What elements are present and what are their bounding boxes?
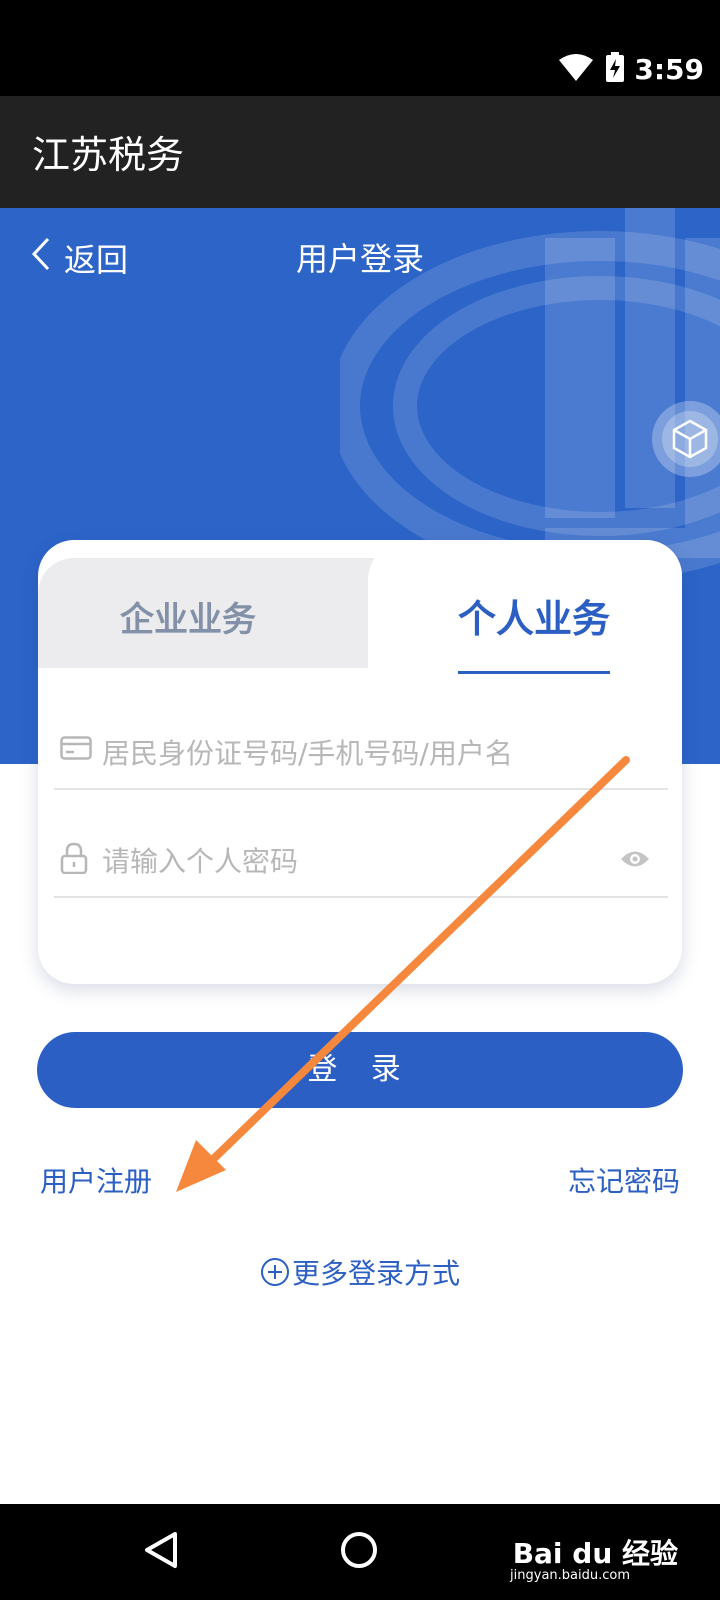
password-input[interactable] bbox=[100, 840, 604, 882]
id-card-icon bbox=[60, 736, 92, 764]
register-link[interactable]: 用户注册 bbox=[40, 1160, 152, 1200]
status-time: 3:59 bbox=[634, 52, 704, 86]
system-navigation-bar: Bai du 经验 jingyan.baidu.com bbox=[0, 1504, 720, 1600]
baidu-jingyan-logo: Bai du 经验 bbox=[512, 1537, 678, 1570]
page-title: 用户登录 bbox=[295, 240, 424, 278]
id-field[interactable] bbox=[54, 718, 668, 790]
cube-icon bbox=[652, 411, 720, 481]
wifi-icon bbox=[558, 52, 594, 86]
login-button[interactable]: 登 录 bbox=[37, 1032, 683, 1108]
status-bar: 3:59 bbox=[0, 0, 720, 96]
tab-personal-label[interactable]: 个人业务 bbox=[440, 588, 628, 643]
password-field[interactable] bbox=[54, 826, 668, 898]
status-icons: 3:59 bbox=[558, 52, 704, 86]
app-title: 江苏税务 bbox=[32, 133, 185, 177]
forgot-password-link[interactable]: 忘记密码 bbox=[568, 1160, 680, 1200]
more-login-label: 更多登录方式 bbox=[291, 1257, 460, 1290]
battery-charging-icon bbox=[606, 52, 625, 86]
watermark-url: jingyan.baidu.com bbox=[510, 1568, 630, 1583]
lock-icon bbox=[60, 842, 88, 878]
plus-circle-icon bbox=[260, 1257, 290, 1287]
id-input[interactable] bbox=[100, 732, 604, 774]
more-login-options[interactable]: 更多登录方式 bbox=[0, 1252, 720, 1292]
eye-icon[interactable] bbox=[620, 848, 650, 874]
tab-enterprise-label[interactable]: 企业业务 bbox=[38, 592, 338, 641]
home-circle-icon[interactable] bbox=[339, 1530, 379, 1574]
active-tab-indicator bbox=[458, 671, 610, 674]
floating-assistant-button[interactable] bbox=[652, 401, 720, 477]
app-bar: 江苏税务 bbox=[0, 96, 720, 208]
back-triangle-icon[interactable] bbox=[143, 1530, 179, 1574]
